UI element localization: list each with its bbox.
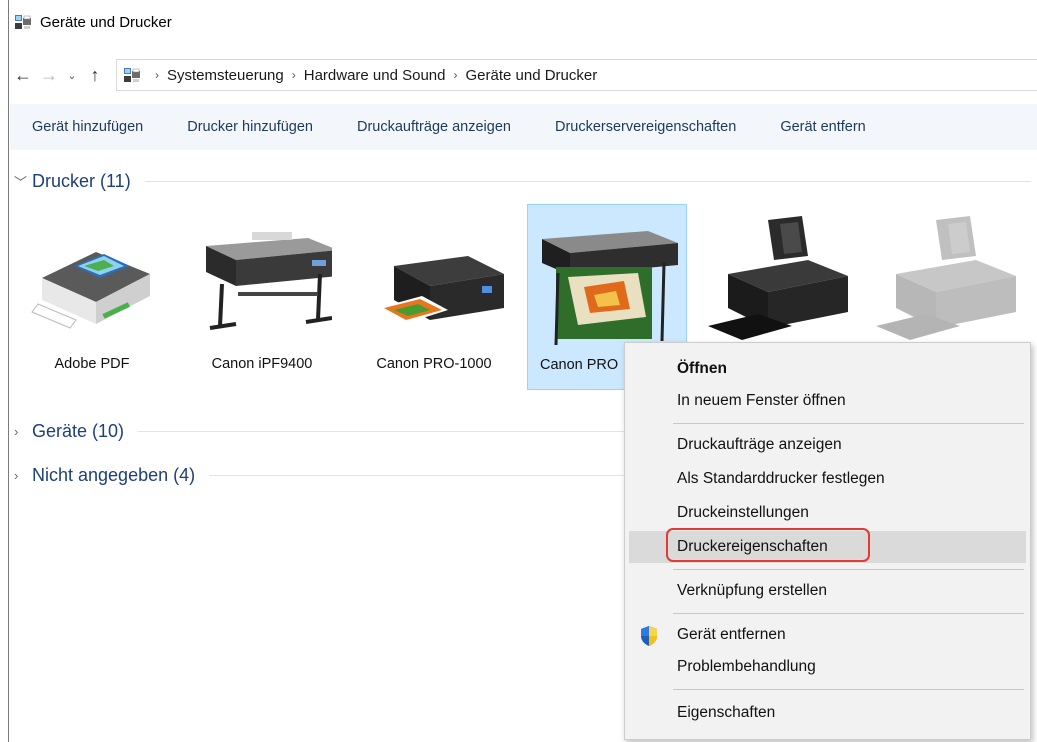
menu-item-label: Druckeinstellungen bbox=[677, 504, 809, 521]
breadcrumb-hardware-und-sound[interactable]: Hardware und Sound bbox=[304, 67, 446, 84]
photo-printer-icon bbox=[378, 256, 504, 324]
uac-shield-icon bbox=[641, 626, 657, 646]
menu-item-set-default[interactable]: Als Standarddrucker festlegen bbox=[625, 463, 1030, 495]
menu-item-label: Druckaufträge anzeigen bbox=[677, 436, 842, 453]
devices-printers-icon bbox=[124, 68, 140, 82]
see-print-jobs-button[interactable]: Druckaufträge anzeigen bbox=[335, 119, 533, 135]
menu-item-create-shortcut[interactable]: Verknüpfung erstellen bbox=[625, 575, 1030, 607]
context-menu: Öffnen In neuem Fenster öffnen Druckauft… bbox=[624, 342, 1031, 740]
menu-item-label: In neuem Fenster öffnen bbox=[677, 392, 846, 409]
group-label-printers: Drucker (11) bbox=[32, 170, 131, 191]
devices-and-printers-window: Geräte und Drucker ← → ⌄ ↑ › Systemsteue… bbox=[0, 0, 1037, 742]
add-printer-button[interactable]: Drucker hinzufügen bbox=[165, 119, 335, 135]
printer-label: Canon PRO-1000 bbox=[376, 356, 492, 372]
printer-tile-adobe-pdf[interactable]: Adobe PDF bbox=[12, 204, 172, 390]
add-device-button[interactable]: Gerät hinzufügen bbox=[10, 119, 165, 135]
menu-item-printing-preferences[interactable]: Druckeinstellungen bbox=[625, 497, 1030, 529]
breadcrumb-systemsteuerung[interactable]: Systemsteuerung bbox=[167, 67, 284, 84]
window-title: Geräte und Drucker bbox=[40, 13, 172, 31]
menu-separator bbox=[673, 689, 1024, 690]
menu-item-printer-properties[interactable]: Druckereigenschaften bbox=[629, 528, 1026, 563]
address-row: ← → ⌄ ↑ › Systemsteuerung › Hardware und… bbox=[10, 58, 1037, 92]
title-bar: Geräte und Drucker bbox=[10, 0, 1037, 44]
printer-label: Canon iPF9400 bbox=[211, 356, 313, 372]
highlight-annotation bbox=[666, 528, 870, 562]
chevron-down-icon[interactable]: ⌄ bbox=[62, 69, 82, 82]
forward-arrow-icon[interactable]: → bbox=[36, 65, 62, 86]
group-label-unspecified: Nicht angegeben (4) bbox=[32, 464, 196, 485]
remove-device-button[interactable]: Gerät entfern bbox=[758, 119, 887, 135]
menu-item-label: Öffnen bbox=[677, 360, 727, 377]
menu-item-open-new-window[interactable]: In neuem Fenster öffnen bbox=[625, 385, 1030, 417]
chevron-right-icon[interactable]: › bbox=[14, 424, 32, 439]
chevron-down-icon[interactable]: ﹀ bbox=[14, 172, 32, 191]
up-arrow-icon[interactable]: ↑ bbox=[82, 65, 108, 86]
breadcrumb-separator-icon: › bbox=[453, 68, 458, 82]
menu-item-troubleshoot[interactable]: Problembehandlung bbox=[625, 651, 1030, 683]
printer-label: Adobe PDF bbox=[54, 356, 130, 372]
menu-item-label: Verknüpfung erstellen bbox=[677, 582, 827, 599]
window-border bbox=[8, 0, 9, 742]
group-label-devices: Geräte (10) bbox=[32, 420, 125, 441]
inkjet-printer-icon bbox=[708, 216, 848, 340]
group-header-printers[interactable]: ﹀ Drucker (11) bbox=[14, 168, 1031, 194]
virtual-printer-icon bbox=[31, 252, 150, 329]
breadcrumb-separator-icon: › bbox=[155, 68, 159, 82]
devices-printers-icon bbox=[15, 15, 31, 29]
menu-item-remove-device[interactable]: Gerät entfernen bbox=[625, 619, 1030, 651]
menu-separator bbox=[673, 423, 1024, 424]
menu-item-label: Gerät entfernen bbox=[677, 626, 786, 643]
printer-tile-canon-pro-1000[interactable]: Canon PRO-1000 bbox=[354, 204, 514, 390]
menu-item-label: Als Standarddrucker festlegen bbox=[677, 470, 885, 487]
menu-item-see-print-jobs[interactable]: Druckaufträge anzeigen bbox=[625, 429, 1030, 461]
large-format-photo-printer-icon bbox=[542, 231, 678, 346]
menu-item-open[interactable]: Öffnen bbox=[625, 353, 1030, 385]
print-server-properties-button[interactable]: Druckerservereigenschaften bbox=[533, 119, 758, 135]
printer-tile-canon-ipf9400[interactable]: Canon iPF9400 bbox=[182, 204, 342, 390]
group-divider bbox=[144, 180, 1031, 182]
menu-item-label: Eigenschaften bbox=[677, 704, 776, 721]
menu-separator bbox=[673, 569, 1024, 570]
inkjet-printer-gray-icon bbox=[876, 216, 1016, 340]
menu-item-label: Problembehandlung bbox=[677, 658, 816, 675]
menu-separator bbox=[673, 613, 1024, 614]
command-bar: Gerät hinzufügen Drucker hinzufügen Druc… bbox=[10, 104, 1037, 150]
menu-item-properties[interactable]: Eigenschaften bbox=[625, 697, 1030, 729]
chevron-right-icon[interactable]: › bbox=[14, 468, 32, 483]
large-format-printer-icon bbox=[206, 232, 332, 330]
breadcrumb-geraete-und-drucker[interactable]: Geräte und Drucker bbox=[466, 67, 598, 84]
address-bar[interactable]: › Systemsteuerung › Hardware und Sound ›… bbox=[116, 59, 1037, 91]
back-arrow-icon[interactable]: ← bbox=[10, 65, 36, 86]
breadcrumb-separator-icon: › bbox=[291, 68, 296, 82]
